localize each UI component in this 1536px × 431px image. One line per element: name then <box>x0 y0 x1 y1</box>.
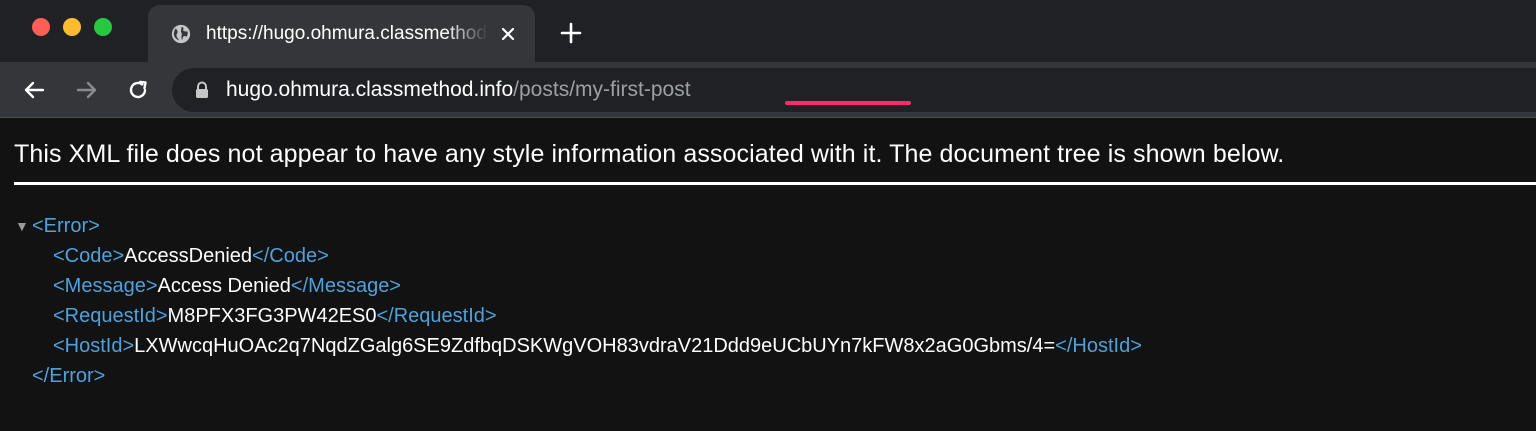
xml-open-tag: <RequestId> <box>53 305 168 327</box>
xml-style-notice: This XML file does not appear to have an… <box>14 140 1285 168</box>
close-window-button[interactable] <box>32 18 50 36</box>
xml-open-tag: <HostId> <box>53 335 135 357</box>
xml-close-tag: </HostId> <box>1055 335 1142 357</box>
xml-element-hostid: <HostId>LXWwcqHuOAc2q7NqdZGalg6SE9ZdfbqD… <box>0 331 1142 361</box>
xml-element-requestid: <RequestId>M8PFX3FG3PW42ES0</RequestId> <box>0 301 1142 331</box>
globe-icon <box>171 24 191 43</box>
tab-close-button[interactable] <box>496 22 520 46</box>
plus-icon <box>560 22 582 44</box>
url-host: hugo.ohmura.classmethod.info <box>226 78 514 101</box>
tab-strip: https://hugo.ohmura.classmethod.info/pos… <box>0 0 1536 62</box>
xml-value: LXWwcqHuOAc2q7NqdZGalg6SE9ZdfbqDSKWgVOH8… <box>134 335 1056 357</box>
collapse-toggle-icon[interactable]: ▼ <box>15 211 32 241</box>
xml-value: AccessDenied <box>124 245 253 267</box>
new-tab-button[interactable] <box>557 19 585 47</box>
xml-value: M8PFX3FG3PW42ES0 <box>167 305 377 327</box>
lock-icon[interactable] <box>194 81 210 99</box>
arrow-right-icon <box>76 81 97 99</box>
tab-title: https://hugo.ohmura.classmethod.info/pos… <box>206 22 488 44</box>
window-controls <box>32 18 112 36</box>
url-path: /posts/my-first-post <box>513 78 691 101</box>
xml-value: Access Denied <box>157 275 291 297</box>
reload-button[interactable] <box>124 76 152 104</box>
xml-open-tag: <Message> <box>53 275 158 297</box>
forward-button[interactable] <box>73 76 101 104</box>
close-icon <box>501 27 515 40</box>
maximize-window-button[interactable] <box>94 18 112 36</box>
url-text[interactable]: hugo.ohmura.classmethod.info/posts/my-fi… <box>226 78 691 102</box>
arrow-left-icon <box>24 81 45 99</box>
address-bar[interactable]: hugo.ohmura.classmethod.info/posts/my-fi… <box>172 68 1536 112</box>
reload-icon <box>129 80 147 99</box>
xml-close-tag: </Message> <box>290 275 401 297</box>
browser-tab-active[interactable]: https://hugo.ohmura.classmethod.info/pos… <box>148 5 535 62</box>
notice-divider <box>14 182 1536 185</box>
browser-toolbar: hugo.ohmura.classmethod.info/posts/my-fi… <box>0 62 1536 118</box>
xml-close-tag: </RequestId> <box>376 305 497 327</box>
url-highlight-underline <box>785 101 911 105</box>
xml-tree: ▼ <Error> <Code>AccessDenied</Code> <Mess… <box>0 211 1142 391</box>
xml-close-tag-error: </Error> <box>32 365 106 387</box>
back-button[interactable] <box>20 76 48 104</box>
xml-element-code: <Code>AccessDenied</Code> <box>0 241 1142 271</box>
xml-root-open-line: ▼ <Error> <box>0 211 1142 241</box>
xml-open-tag: <Code> <box>53 245 125 267</box>
xml-close-tag: </Code> <box>252 245 329 267</box>
xml-element-message: <Message>Access Denied</Message> <box>0 271 1142 301</box>
minimize-window-button[interactable] <box>63 18 81 36</box>
xml-open-tag-error: <Error> <box>32 215 100 237</box>
xml-root-close-line: </Error> <box>0 361 1142 391</box>
